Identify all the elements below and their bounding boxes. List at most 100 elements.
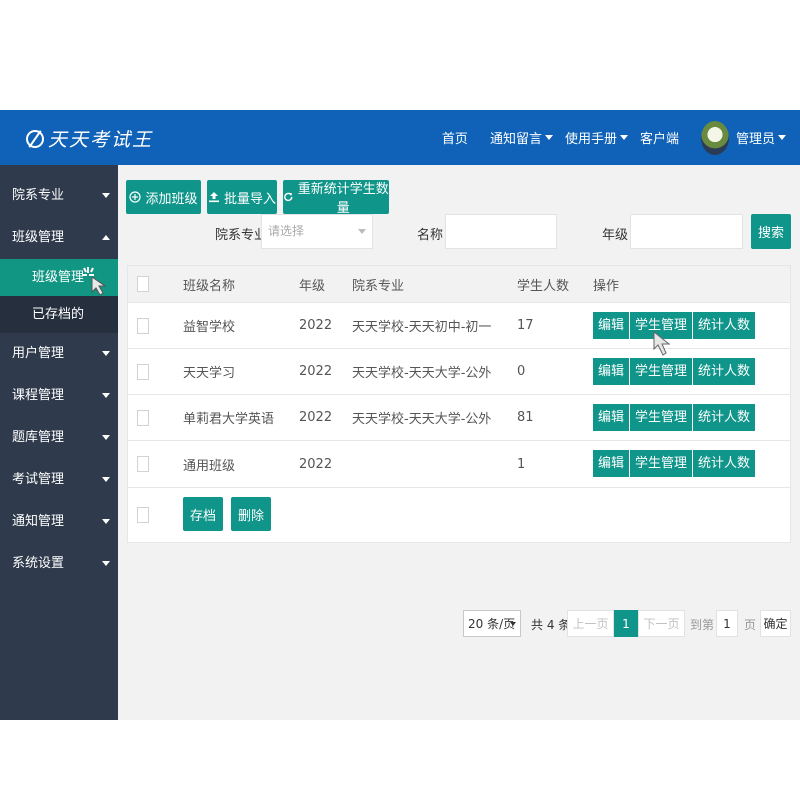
logo[interactable]: 天天考试王 <box>26 125 153 152</box>
class-count: 17 <box>517 318 534 333</box>
chevron-up-icon <box>102 235 110 240</box>
student-manage-button[interactable]: 学生管理 <box>630 358 693 385</box>
class-dept: 天天学校-天天初中-初一 <box>352 320 492 335</box>
row-actions: 编辑 学生管理 统计人数 <box>593 450 756 477</box>
row-checkbox[interactable] <box>137 364 149 380</box>
sidebar-item-user[interactable]: 用户管理 <box>0 333 118 375</box>
class-grade: 2022 <box>299 364 333 379</box>
row-checkbox[interactable] <box>137 410 149 426</box>
prev-page-button[interactable]: 上一页 <box>567 610 614 637</box>
dept-label: 院系专业 <box>215 228 268 243</box>
page-unit-label: 页 <box>744 618 757 632</box>
name-input[interactable] <box>445 214 557 249</box>
page-1-button[interactable]: 1 <box>614 610 638 637</box>
grade-input[interactable] <box>630 214 743 249</box>
top-nav: 首页 通知留言 使用手册 客户端 管理员 <box>442 110 800 165</box>
edit-button[interactable]: 编辑 <box>593 450 630 477</box>
row-checkbox[interactable] <box>137 456 149 472</box>
student-manage-button[interactable]: 学生管理 <box>630 404 693 431</box>
sidebar-item-settings[interactable]: 系统设置 <box>0 543 118 585</box>
top-header: 天天考试王 首页 通知留言 使用手册 客户端 管理员 <box>0 110 800 165</box>
student-manage-button[interactable]: 学生管理 <box>630 450 693 477</box>
main-content: 添加班级 批量导入 重新统计学生数量 院系专业 请选择 名称 年级 搜索 班级名… <box>118 165 800 720</box>
sidebar-item-dept[interactable]: 院系专业 <box>0 175 118 217</box>
chevron-down-icon <box>102 519 110 524</box>
chevron-down-icon <box>358 229 366 234</box>
count-stats-button[interactable]: 统计人数 <box>693 404 756 431</box>
logo-icon <box>26 129 44 148</box>
class-name: 单莉君大学英语 <box>183 412 275 427</box>
delete-button[interactable]: 删除 <box>231 497 271 531</box>
avatar <box>700 120 729 155</box>
col-header-ops: 操作 <box>593 278 620 294</box>
sidebar-item-course[interactable]: 课程管理 <box>0 375 118 417</box>
page-size-select[interactable]: 20 条/页 <box>463 610 521 637</box>
goto-page-input[interactable]: 1 <box>716 610 738 637</box>
select-all-checkbox[interactable] <box>137 276 149 292</box>
next-page-button[interactable]: 下一页 <box>638 610 685 637</box>
count-stats-button[interactable]: 统计人数 <box>693 450 756 477</box>
edit-button[interactable]: 编辑 <box>593 404 630 431</box>
sidebar-item-exam[interactable]: 考试管理 <box>0 459 118 501</box>
edit-button[interactable]: 编辑 <box>593 358 630 385</box>
class-name: 天天学习 <box>183 366 236 381</box>
class-count: 81 <box>517 410 534 425</box>
user-menu[interactable]: 管理员 <box>700 120 786 155</box>
nav-manual[interactable]: 使用手册 <box>565 128 628 147</box>
row-actions: 编辑 学生管理 统计人数 <box>593 358 756 385</box>
sidebar-item-notice[interactable]: 通知管理 <box>0 501 118 543</box>
table-header: 班级名称 年级 院系专业 学生人数 操作 <box>128 266 790 303</box>
sidebar-sub-class-manage[interactable]: 班级管理 <box>0 259 118 296</box>
archive-button[interactable]: 存档 <box>183 497 223 531</box>
chevron-down-icon <box>619 135 628 140</box>
chevron-down-icon <box>102 351 110 356</box>
class-count: 1 <box>517 456 526 472</box>
class-name: 益智学校 <box>183 320 236 335</box>
batch-import-button[interactable]: 批量导入 <box>207 180 277 214</box>
name-label: 名称 <box>417 228 444 243</box>
table-row: 益智学校 2022 天天学校-天天初中-初一 17 编辑 学生管理 统计人数 <box>128 303 790 356</box>
user-name: 管理员 <box>735 132 775 147</box>
class-count: 0 <box>517 364 526 379</box>
chevron-down-icon <box>778 135 786 140</box>
chevron-down-icon <box>102 393 110 398</box>
table-row: 单莉君大学英语 2022 天天学校-天天大学-公外 81 编辑 学生管理 统计人… <box>128 395 790 441</box>
nav-client[interactable]: 客户端 <box>640 128 679 147</box>
dept-select[interactable]: 请选择 <box>261 214 373 249</box>
footer-checkbox[interactable] <box>137 507 149 523</box>
class-grade: 2022 <box>299 318 333 333</box>
recount-students-button[interactable]: 重新统计学生数量 <box>283 180 389 216</box>
count-stats-button[interactable]: 统计人数 <box>693 312 756 339</box>
sidebar-item-bank[interactable]: 题库管理 <box>0 417 118 459</box>
nav-home[interactable]: 首页 <box>442 128 468 147</box>
logo-text: 天天考试王 <box>48 129 154 151</box>
app: 天天考试王 首页 通知留言 使用手册 客户端 管理员 院系专业 班级管理 班级管… <box>0 110 800 720</box>
class-table: 班级名称 年级 院系专业 学生人数 操作 益智学校 2022 天天学校-天天初中… <box>127 265 791 543</box>
class-dept: 天天学校-天天大学-公外 <box>352 366 492 381</box>
table-row: 天天学习 2022 天天学校-天天大学-公外 0 编辑 学生管理 统计人数 <box>128 349 790 395</box>
edit-button[interactable]: 编辑 <box>593 312 630 339</box>
confirm-button[interactable]: 确定 <box>760 610 791 637</box>
table-row: 通用班级 2022 1 编辑 学生管理 统计人数 <box>128 441 790 488</box>
class-grade: 2022 <box>299 410 333 425</box>
row-checkbox[interactable] <box>137 318 149 334</box>
total-count: 共 4 条 <box>531 618 571 632</box>
add-class-button[interactable]: 添加班级 <box>126 180 201 214</box>
sidebar: 院系专业 班级管理 班级管理 已存档的 用户管理 课程管理 题库管理 考试管理 … <box>0 165 118 720</box>
chevron-down-icon <box>510 622 516 626</box>
col-header-count: 学生人数 <box>517 278 570 294</box>
count-stats-button[interactable]: 统计人数 <box>693 358 756 385</box>
nav-notice[interactable]: 通知留言 <box>490 128 553 147</box>
sidebar-item-class[interactable]: 班级管理 <box>0 217 118 259</box>
goto-label: 到第 <box>690 618 715 632</box>
row-actions: 编辑 学生管理 统计人数 <box>593 404 756 431</box>
search-button[interactable]: 搜索 <box>751 214 791 249</box>
table-footer: 存档 删除 <box>128 488 790 542</box>
col-header-dept: 院系专业 <box>352 278 405 294</box>
class-name: 通用班级 <box>183 458 236 474</box>
col-header-grade: 年级 <box>299 278 326 294</box>
col-header-name: 班级名称 <box>183 278 236 294</box>
sidebar-sub-archived[interactable]: 已存档的 <box>0 296 118 333</box>
click-cursor-icon <box>82 267 107 295</box>
class-dept: 天天学校-天天大学-公外 <box>352 412 492 427</box>
